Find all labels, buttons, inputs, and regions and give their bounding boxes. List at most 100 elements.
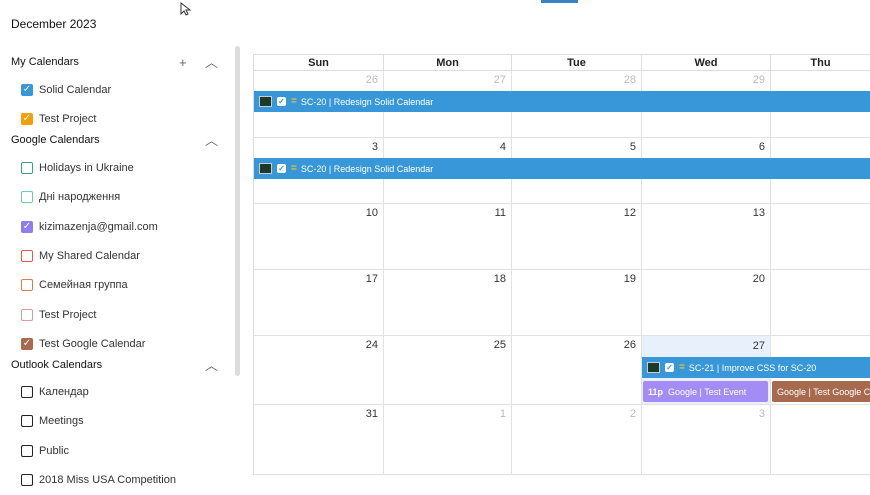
- day-number: 11: [494, 207, 506, 219]
- calendar-checkbox[interactable]: ✓: [21, 113, 33, 125]
- mouse-cursor-icon: [180, 2, 192, 16]
- google-calendar-item[interactable]: Holidays in Ukraine: [21, 160, 221, 176]
- day-number: 3: [758, 408, 765, 420]
- event-sc20-week2[interactable]: ✓ = SC-20 | Redesign Solid Calendar: [254, 158, 870, 179]
- check-icon: ✓: [665, 363, 674, 372]
- event-google-test[interactable]: 11p Google | Test Event: [643, 381, 768, 402]
- day-cell[interactable]: 18: [384, 270, 512, 336]
- day-number: 6: [758, 141, 765, 153]
- calendar-label: kizimazenja@gmail.com: [39, 220, 158, 233]
- project-icon: [647, 362, 660, 373]
- outlook-calendar-item[interactable]: Public: [21, 443, 221, 459]
- day-cell[interactable]: [771, 204, 870, 270]
- day-cell[interactable]: 13: [642, 204, 771, 270]
- event-title: Google | Test Google C: [777, 386, 870, 397]
- collapse-my-calendars-icon[interactable]: ︿: [205, 56, 218, 70]
- day-cell[interactable]: 24: [254, 336, 384, 405]
- day-number: 20: [752, 273, 765, 285]
- day-cell[interactable]: [771, 405, 870, 475]
- event-title: SC-21 | Improve CSS for SC-20: [688, 362, 817, 373]
- calendar-checkbox[interactable]: ✓: [21, 84, 33, 96]
- calendar-checkbox[interactable]: [21, 473, 33, 486]
- day-number: 13: [752, 207, 765, 219]
- day-cell[interactable]: 1: [384, 405, 512, 475]
- google-calendar-item[interactable]: My Shared Calendar: [21, 248, 221, 264]
- event-test-google-calendar[interactable]: Google | Test Google C: [772, 381, 870, 402]
- collapse-outlook-calendars-icon[interactable]: ︿: [205, 359, 218, 373]
- day-cell[interactable]: 11: [384, 204, 512, 270]
- google-calendar-item[interactable]: Семейная группа: [21, 277, 221, 293]
- calendar-checkbox[interactable]: ✓: [21, 220, 33, 233]
- day-of-week-header: Sun: [254, 55, 384, 71]
- priority-icon: =: [679, 362, 685, 373]
- day-number: 27: [493, 74, 506, 86]
- day-cell[interactable]: 2: [512, 405, 642, 475]
- project-icon: [259, 96, 272, 107]
- calendar-label: Public: [39, 444, 69, 457]
- google-calendar-item[interactable]: Дні народження: [21, 189, 221, 205]
- day-cell[interactable]: 3: [642, 405, 771, 475]
- calendar-label: My Shared Calendar: [39, 249, 140, 262]
- day-cell[interactable]: 17: [254, 270, 384, 336]
- google-calendars-header[interactable]: Google Calendars ︿: [11, 134, 226, 150]
- outlook-calendar-item[interactable]: 2018 Miss USA Competition: [21, 472, 221, 488]
- my-calendar-item[interactable]: ✓ Solid Calendar: [21, 82, 221, 98]
- day-number: 29: [752, 74, 765, 86]
- day-cell[interactable]: 25: [384, 336, 512, 405]
- event-time: 11p: [648, 386, 664, 397]
- calendar-label: Meetings: [39, 415, 84, 428]
- calendar-label: Test Project: [39, 308, 97, 321]
- day-cell[interactable]: [771, 270, 870, 336]
- day-of-week-header: Mon: [384, 55, 512, 71]
- calendar-checkbox[interactable]: [21, 249, 33, 262]
- calendar-checkbox[interactable]: [21, 386, 33, 398]
- google-calendars-title: Google Calendars: [11, 134, 100, 146]
- my-calendar-item[interactable]: ✓ Test Project: [21, 111, 221, 127]
- calendar-label: Holidays in Ukraine: [39, 162, 134, 174]
- day-cell[interactable]: 19: [512, 270, 642, 336]
- day-of-week-header: Wed: [642, 55, 771, 71]
- day-number: 12: [623, 207, 636, 219]
- calendar-checkbox[interactable]: [21, 162, 33, 174]
- top-bar: December 2023: [0, 0, 870, 46]
- google-calendar-item[interactable]: Test Project: [21, 307, 221, 323]
- event-sc21[interactable]: ✓ = SC-21 | Improve CSS for SC-20: [642, 357, 870, 378]
- calendar-checkbox[interactable]: ✓: [21, 337, 33, 350]
- calendar-checkbox[interactable]: [21, 308, 33, 321]
- day-cell[interactable]: 12: [512, 204, 642, 270]
- day-number: 1: [499, 408, 506, 420]
- calendar-checkbox[interactable]: [21, 279, 33, 292]
- check-icon: ✓: [277, 164, 286, 173]
- calendar-label: Семейная группа: [39, 279, 128, 292]
- add-calendar-button[interactable]: +: [179, 56, 187, 70]
- priority-icon: =: [291, 163, 297, 174]
- day-number: 26: [365, 74, 378, 86]
- project-icon: [259, 163, 272, 174]
- calendar-checkbox[interactable]: [21, 191, 33, 204]
- day-number: 28: [623, 74, 636, 86]
- outlook-calendar-item[interactable]: Meetings: [21, 413, 221, 429]
- event-sc20-week1[interactable]: ✓ = SC-20 | Redesign Solid Calendar: [254, 91, 870, 112]
- day-number: 10: [365, 207, 378, 219]
- day-cell[interactable]: 20: [642, 270, 771, 336]
- collapse-google-calendars-icon[interactable]: ︿: [205, 134, 218, 148]
- google-calendar-item[interactable]: ✓ kizimazenja@gmail.com: [21, 219, 221, 235]
- day-number: 3: [371, 141, 378, 153]
- day-cell[interactable]: 10: [254, 204, 384, 270]
- outlook-calendars-header[interactable]: Outlook Calendars ︿: [11, 359, 226, 375]
- my-calendars-header[interactable]: My Calendars + ︿: [11, 56, 226, 72]
- google-calendar-item[interactable]: ✓ Test Google Calendar: [21, 336, 221, 352]
- sidebar-scrollbar[interactable]: [235, 46, 240, 376]
- outlook-calendar-item[interactable]: Календар: [21, 384, 221, 400]
- day-cell[interactable]: 26: [512, 336, 642, 405]
- day-cell[interactable]: 31: [254, 405, 384, 475]
- outlook-calendars-title: Outlook Calendars: [11, 359, 103, 371]
- calendar-checkbox[interactable]: [21, 444, 33, 457]
- event-title: Google | Test Event: [668, 386, 747, 397]
- month-title: December 2023: [11, 17, 97, 31]
- priority-icon: =: [291, 96, 297, 107]
- day-number: 5: [629, 141, 636, 153]
- calendar-label: Test Project: [39, 113, 97, 125]
- event-title: SC-20 | Redesign Solid Calendar: [300, 163, 434, 174]
- calendar-checkbox[interactable]: [21, 415, 33, 428]
